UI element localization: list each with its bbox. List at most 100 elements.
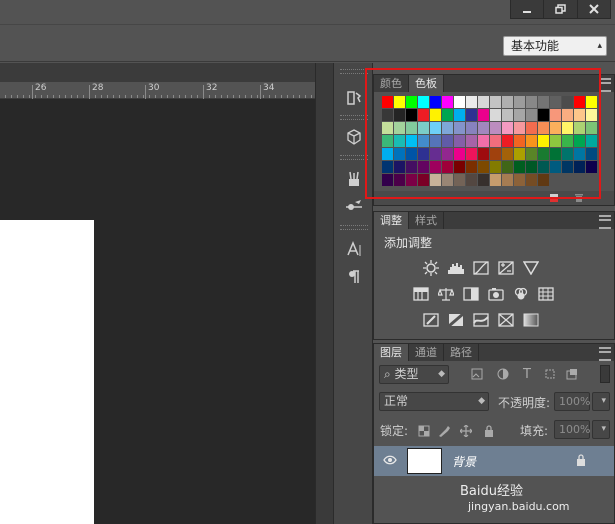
panel-grip[interactable]	[340, 155, 368, 160]
restore-icon	[555, 4, 566, 14]
filter-adjustment-icon[interactable]	[496, 367, 510, 381]
brush-presets-button[interactable]	[340, 167, 368, 191]
character-panel-button[interactable]	[340, 237, 368, 261]
brightness-contrast-icon[interactable]	[421, 259, 440, 276]
lock-all-icon[interactable]	[482, 424, 496, 438]
hue-saturation-icon[interactable]	[411, 285, 430, 302]
filter-smart-object-icon[interactable]	[565, 367, 579, 381]
filter-shape-icon[interactable]	[543, 367, 557, 381]
brush-settings-icon	[346, 200, 362, 210]
ruler-label: 32	[206, 83, 218, 93]
threshold-icon[interactable]	[471, 311, 490, 328]
document-tab-strip	[0, 63, 315, 82]
posterize-icon[interactable]	[446, 311, 465, 328]
panel-grip[interactable]	[340, 225, 368, 230]
curves-icon[interactable]	[471, 259, 490, 276]
adjustments-tabs: 调整 样式	[374, 212, 614, 229]
exposure-icon[interactable]	[496, 259, 515, 276]
blend-mode-value: 正常	[384, 394, 409, 408]
filter-pixel-icon[interactable]	[470, 367, 484, 381]
selective-color-icon[interactable]	[496, 311, 515, 328]
search-icon: ⌕	[384, 367, 395, 381]
panel-menu-icon[interactable]	[599, 347, 611, 361]
window-controls	[510, 0, 611, 19]
document-canvas[interactable]	[0, 220, 94, 524]
adjustment-row	[421, 259, 540, 276]
ruler-label: 26	[35, 83, 47, 93]
add-adjustment-title: 添加调整	[384, 236, 433, 250]
tab-channels[interactable]: 通道	[409, 344, 444, 361]
adjustment-row	[411, 285, 555, 302]
restore-button[interactable]	[544, 0, 578, 18]
eye-icon[interactable]	[383, 454, 397, 466]
panel-grip[interactable]	[340, 115, 368, 120]
layer-filter-select[interactable]: ⌕ 类型 ◆	[379, 365, 449, 384]
lock-position-icon[interactable]	[459, 424, 473, 438]
filter-toggle[interactable]	[600, 365, 610, 383]
minimize-icon	[523, 11, 532, 13]
opacity-dropdown[interactable]: ▾	[592, 392, 610, 411]
blend-mode-select[interactable]: 正常 ◆	[379, 392, 489, 411]
ruler-tick	[89, 85, 90, 99]
ruler-tick	[203, 85, 204, 99]
panel-grip[interactable]	[340, 69, 368, 74]
tab-styles[interactable]: 样式	[409, 212, 444, 229]
tab-paths[interactable]: 路径	[444, 344, 479, 361]
ruler-label: 28	[92, 83, 104, 93]
color-balance-icon[interactable]	[436, 285, 455, 302]
watermark-brand: Baidu经验	[460, 484, 523, 499]
minimize-button[interactable]	[511, 0, 545, 18]
channel-mixer-icon[interactable]	[511, 285, 530, 302]
gradient-map-icon[interactable]	[521, 311, 540, 328]
tab-adjustments[interactable]: 调整	[374, 212, 409, 229]
ruler-tick	[145, 85, 146, 99]
opacity-label: 不透明度:	[498, 396, 551, 410]
brush-panel-button[interactable]	[340, 195, 368, 219]
levels-icon[interactable]	[446, 259, 465, 276]
fill-input[interactable]: 100%	[554, 420, 590, 439]
ruler-tick	[260, 85, 261, 99]
history-brush-icon	[347, 91, 362, 105]
close-icon	[589, 4, 599, 14]
lock-pixels-icon[interactable]	[437, 424, 451, 438]
layers-tabs: 图层 通道 路径	[374, 344, 614, 361]
chevron-updown-icon: ◆	[438, 369, 445, 379]
photo-filter-icon[interactable]	[486, 285, 505, 302]
panel-menu-icon[interactable]	[599, 215, 611, 229]
paragraph-panel-button[interactable]	[340, 265, 368, 289]
lock-label: 锁定:	[380, 424, 409, 438]
color-lookup-icon[interactable]	[536, 285, 555, 302]
chevron-updown-icon: ▴	[597, 41, 602, 51]
layer-row[interactable]: 背景	[374, 446, 614, 476]
lock-transparent-icon[interactable]	[417, 424, 431, 438]
layer-filter-label: 类型	[394, 367, 419, 381]
chevron-down-icon: ▾	[601, 424, 606, 434]
black-white-icon[interactable]	[461, 285, 480, 302]
close-button[interactable]	[578, 0, 610, 18]
vertical-scrollbar[interactable]	[315, 63, 333, 524]
layer-name[interactable]: 背景	[452, 453, 476, 470]
opacity-input[interactable]: 100%	[554, 392, 590, 411]
cube-icon	[347, 129, 361, 145]
ruler-label: 34	[263, 83, 275, 93]
history-panel-button[interactable]	[340, 86, 368, 110]
workspace-label: 基本功能	[511, 39, 560, 53]
horizontal-ruler[interactable]: 26 28 30 32 34	[0, 82, 315, 99]
chevron-down-icon: ▾	[601, 396, 606, 406]
workspace-switcher[interactable]: 基本功能 ▴	[503, 36, 607, 56]
invert-icon[interactable]	[421, 311, 440, 328]
watermark-url: jingyan.baidu.com	[468, 500, 570, 513]
brushes-icon	[349, 171, 359, 186]
3d-panel-button[interactable]	[340, 125, 368, 149]
tab-layers[interactable]: 图层	[374, 344, 409, 361]
layer-thumbnail	[407, 448, 442, 474]
fill-dropdown[interactable]: ▾	[592, 420, 610, 439]
adjustments-panel: 调整 样式 添加调整	[373, 211, 615, 340]
vibrance-icon[interactable]	[521, 259, 540, 276]
highlight-box	[365, 68, 601, 199]
chevron-updown-icon: ◆	[478, 396, 485, 406]
adjustment-row	[421, 311, 540, 328]
fill-label: 填充:	[520, 424, 549, 438]
character-icon	[347, 241, 361, 256]
filter-type-icon[interactable]: T	[520, 367, 534, 382]
